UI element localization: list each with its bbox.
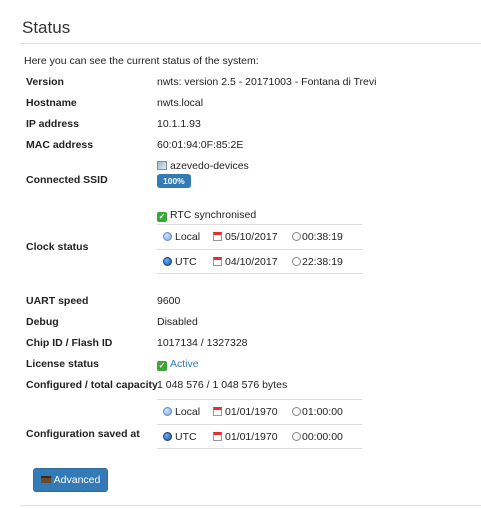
clock-icon xyxy=(292,232,301,241)
config-local-row: Local 01/01/1970 01:00:00 xyxy=(157,399,362,424)
clock-sync-text: RTC synchronised xyxy=(170,209,257,221)
license-value: ✓ Active xyxy=(157,354,199,374)
debug-row: Debug Disabled xyxy=(26,312,476,332)
config-saved-table: Local 01/01/1970 01:00:00 UTC 01/01/1970… xyxy=(157,399,362,449)
clock-icon xyxy=(292,432,301,441)
wifi-icon xyxy=(157,161,167,170)
clock-utc-zone: UTC xyxy=(175,256,197,268)
chip-label: Chip ID / Flash ID xyxy=(26,337,113,349)
calendar-icon xyxy=(213,232,222,241)
mac-label: MAC address xyxy=(26,139,94,151)
mac-row: MAC address 60:01:94:0F:85:2E xyxy=(26,135,476,155)
ip-value: 10.1.1.93 xyxy=(157,118,201,130)
config-saved-label: Configuration saved at xyxy=(26,428,140,440)
hostname-row: Hostname nwts.local xyxy=(26,93,476,113)
config-local-date: 01/01/1970 xyxy=(225,406,278,418)
globe-icon xyxy=(163,232,172,241)
debug-label: Debug xyxy=(26,316,59,328)
chip-row: Chip ID / Flash ID 1017134 / 1327328 xyxy=(26,333,476,353)
calendar-icon xyxy=(213,407,222,416)
version-row: Version nwts: version 2.5 - 20171003 - F… xyxy=(26,72,476,92)
ip-row: IP address 10.1.1.93 xyxy=(26,114,476,134)
config-local-time: 01:00:00 xyxy=(302,406,343,418)
clock-utc-row: UTC 04/10/2017 22:38:19 xyxy=(157,249,362,274)
uart-row: UART speed 9600 xyxy=(26,291,476,311)
debug-value: Disabled xyxy=(157,316,198,328)
version-value: nwts: version 2.5 - 20171003 - Fontana d… xyxy=(157,76,377,88)
earth-icon xyxy=(163,432,172,441)
calendar-icon xyxy=(213,432,222,441)
check-icon: ✓ xyxy=(157,212,167,222)
uart-label: UART speed xyxy=(26,295,89,307)
calendar-icon xyxy=(213,257,222,266)
chip-value: 1017134 / 1327328 xyxy=(157,337,248,349)
uart-value: 9600 xyxy=(157,295,181,307)
clock-sync-row: ✓ RTC synchronised xyxy=(26,205,476,225)
version-label: Version xyxy=(26,76,64,88)
ssid-label: Connected SSID xyxy=(26,174,108,186)
clock-local-row: Local 05/10/2017 00:38:19 xyxy=(157,224,362,249)
clock-utc-date: 04/10/2017 xyxy=(225,256,278,268)
toolbox-icon xyxy=(40,476,51,483)
config-utc-date: 01/01/1970 xyxy=(225,431,278,443)
earth-icon xyxy=(163,257,172,266)
mac-value: 60:01:94:0F:85:2E xyxy=(157,139,244,151)
license-status: Active xyxy=(170,358,199,370)
hostname-value: nwts.local xyxy=(157,97,204,109)
config-utc-zone: UTC xyxy=(175,431,197,443)
advanced-button-label: Advanced xyxy=(53,474,101,486)
title-divider xyxy=(20,43,481,44)
clock-sync: ✓ RTC synchronised xyxy=(157,205,256,225)
page-title: Status xyxy=(22,18,71,37)
clock-icon xyxy=(292,257,301,266)
capacity-row: Configured / total capacity 1 048 576 / … xyxy=(26,375,476,395)
config-utc-time: 00:00:00 xyxy=(302,431,343,443)
clock-table: Local 05/10/2017 00:38:19 UTC 04/10/2017… xyxy=(157,224,362,274)
advanced-button[interactable]: Advanced xyxy=(33,468,108,492)
license-row: License status ✓ Active xyxy=(26,354,476,374)
clock-label: Clock status xyxy=(26,241,89,253)
ssid-row: Connected SSID xyxy=(26,170,476,190)
config-utc-row: UTC 01/01/1970 00:00:00 xyxy=(157,424,362,449)
license-label: License status xyxy=(26,358,99,370)
clock-utc-time: 22:38:19 xyxy=(302,256,343,268)
capacity-value: 1 048 576 / 1 048 576 bytes xyxy=(157,379,288,391)
globe-icon xyxy=(163,407,172,416)
config-local-zone: Local xyxy=(175,406,201,418)
check-icon: ✓ xyxy=(157,361,167,371)
intro-text: Here you can see the current status of t… xyxy=(24,55,259,67)
hostname-label: Hostname xyxy=(26,97,77,109)
ip-label: IP address xyxy=(26,118,79,130)
capacity-label: Configured / total capacity xyxy=(26,379,158,391)
clock-local-date: 05/10/2017 xyxy=(225,231,278,243)
signal-badge: 100% xyxy=(157,174,191,188)
clock-local-time: 00:38:19 xyxy=(302,231,343,243)
bottom-divider xyxy=(20,505,481,506)
clock-local-zone: Local xyxy=(175,231,201,243)
clock-icon xyxy=(292,407,301,416)
